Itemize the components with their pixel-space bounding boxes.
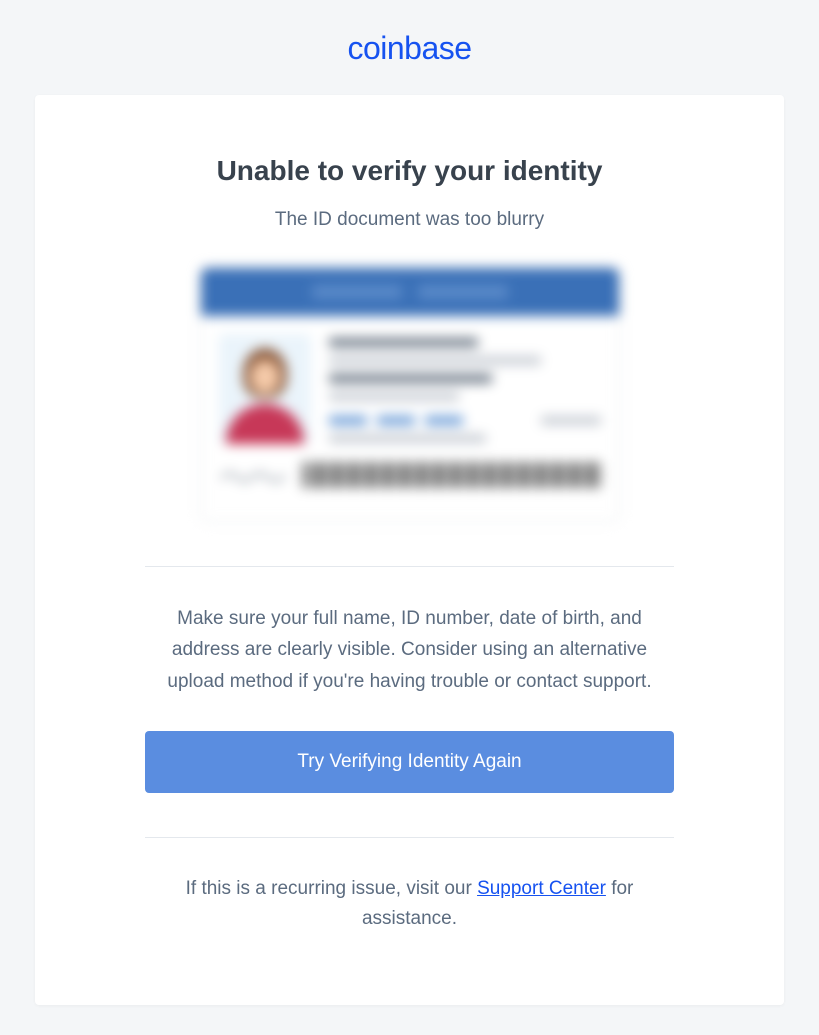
instructions-text: Make sure your full name, ID number, dat… bbox=[145, 603, 674, 697]
try-again-button[interactable]: Try Verifying Identity Again bbox=[145, 731, 674, 793]
coinbase-logo: coinbase bbox=[347, 30, 471, 66]
id-card-header bbox=[201, 268, 619, 316]
divider bbox=[145, 566, 674, 567]
verification-card: Unable to verify your identity The ID do… bbox=[35, 95, 784, 1005]
barcode-icon bbox=[303, 462, 601, 488]
error-reason: The ID document was too blurry bbox=[145, 209, 674, 231]
page-title: Unable to verify your identity bbox=[145, 155, 674, 187]
id-photo-icon bbox=[219, 334, 311, 444]
id-info-lines bbox=[329, 334, 601, 444]
brand-header: coinbase bbox=[35, 30, 784, 67]
footer-prefix: If this is a recurring issue, visit our bbox=[186, 878, 477, 899]
signature-icon bbox=[219, 467, 289, 483]
support-footer: If this is a recurring issue, visit our … bbox=[145, 874, 674, 935]
support-center-link[interactable]: Support Center bbox=[477, 878, 606, 899]
divider bbox=[145, 837, 674, 838]
blurry-id-illustration bbox=[200, 267, 620, 522]
